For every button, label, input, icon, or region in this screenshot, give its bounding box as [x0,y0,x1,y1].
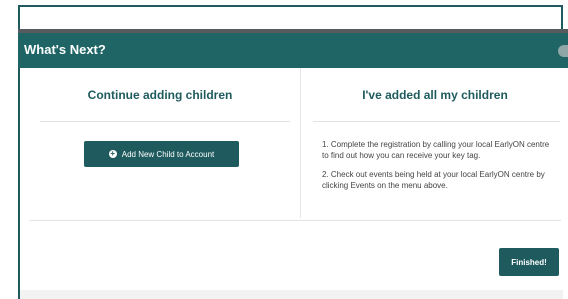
steps-list: 1. Complete the registration by calling … [322,139,558,199]
finished-button[interactable]: Finished! [499,248,559,276]
divider [313,121,560,122]
add-new-child-button[interactable]: + Add New Child to Account [84,141,239,167]
modal-header: What's Next? [18,33,568,68]
modal-body: Continue adding children + Add New Child… [20,68,568,290]
all-added-heading: I've added all my children [362,88,508,102]
add-new-child-label: Add New Child to Account [121,149,215,159]
step-item: 2. Check out events being held at your l… [322,170,545,190]
continue-adding-section: Continue adding children + Add New Child… [20,68,300,218]
step-item: 1. Complete the registration by calling … [322,140,550,160]
close-icon[interactable] [558,45,568,57]
all-added-section: I've added all my children 1. Complete t… [300,68,568,218]
modal-title: What's Next? [24,42,106,57]
plus-circle-icon: + [108,149,117,158]
footer-divider [29,220,561,221]
continue-adding-heading: Continue adding children [87,88,233,102]
divider [40,121,290,122]
